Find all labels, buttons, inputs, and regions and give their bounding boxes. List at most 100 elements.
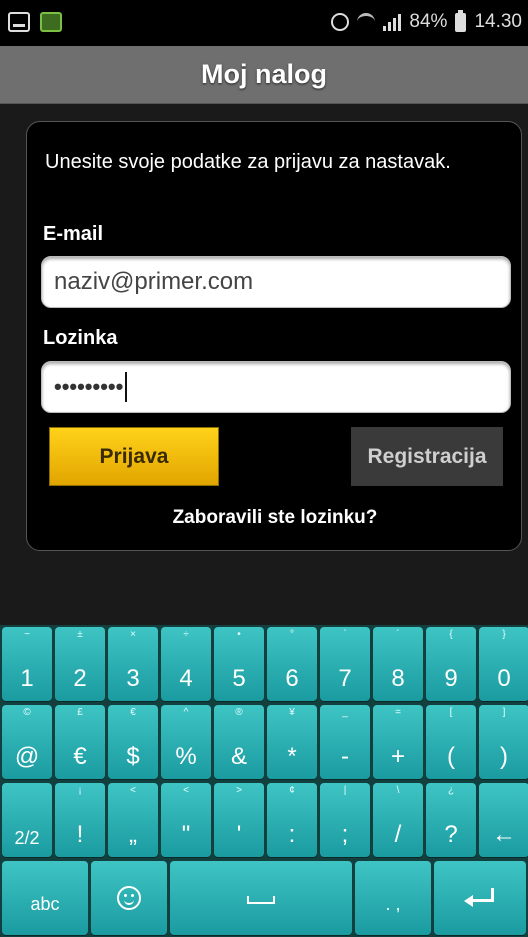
key-row2-6[interactable]: _ - [320, 705, 370, 779]
key-label: 3 [126, 665, 140, 692]
key-row1-3[interactable]: ÷ 4 [161, 627, 211, 701]
key-label: ' [236, 821, 242, 848]
key-row3-5[interactable]: ¢: [267, 783, 317, 857]
key-secondary-char: } [502, 629, 506, 640]
key-row2-7[interactable]: = + [373, 705, 423, 779]
key-row1-8[interactable]: {9 [426, 627, 476, 701]
key-secondary-char: € [130, 707, 136, 718]
key-label: 9 [444, 665, 458, 692]
key-row3-3[interactable]: < " [161, 783, 211, 857]
key-row2-8[interactable]: [( [426, 705, 476, 779]
screenshot-icon [8, 12, 30, 32]
key-secondary-char: | [343, 785, 347, 796]
key-label: abc [30, 894, 60, 914]
abc-key[interactable]: abc [2, 861, 88, 935]
key-label: 7 [338, 665, 352, 692]
key-secondary-char: × [130, 629, 136, 640]
key-row3-7[interactable]: \ / [373, 783, 423, 857]
key-row1-5[interactable]: ° 6 [267, 627, 317, 701]
key-secondary-char: ~ [24, 629, 30, 640]
email-label: E-mail [43, 223, 104, 245]
login-card: Unesite svoje podatke za prijavu za nast… [26, 121, 522, 551]
key-row2-2[interactable]: € $ [108, 705, 158, 779]
register-button[interactable]: Registracija [351, 427, 503, 486]
key-label: 0 [497, 665, 511, 692]
key-label: ) [500, 743, 508, 770]
smiley-icon [117, 886, 141, 910]
clock: 14.30 [474, 11, 522, 32]
status-bar: 84% 14.30 [0, 0, 528, 46]
email-value: naziv@primer.com [54, 268, 254, 295]
key-label: @ [14, 743, 40, 770]
key-secondary-char: ] [502, 707, 506, 718]
key-row2-0[interactable]: © @ [2, 705, 52, 779]
key-row1-0[interactable]: ~1 [2, 627, 52, 701]
key-label: % [175, 743, 197, 770]
key-row3-8[interactable]: ¿? [426, 783, 476, 857]
key-row1-4[interactable]: • 5 [214, 627, 264, 701]
key-secondary-char: ^ [183, 707, 189, 718]
login-intro-text: Unesite svoje podatke za prijavu za nast… [45, 151, 451, 173]
emoji-key[interactable] [91, 861, 167, 935]
key-label: ( [447, 743, 455, 770]
enter-icon [464, 888, 494, 907]
key-secondary-char: > [236, 785, 242, 796]
key-label: 5 [232, 665, 246, 692]
key-secondary-char: ¡ [78, 785, 82, 796]
key-secondary-char: { [449, 629, 453, 640]
key-row1-6[interactable]: ` 7 [320, 627, 370, 701]
key-secondary-char: ÷ [183, 629, 189, 640]
key-secondary-char: • [237, 629, 241, 640]
key-row3-1[interactable]: ¡! [55, 783, 105, 857]
key-label: „ [129, 821, 137, 848]
key-secondary-char: < [183, 785, 189, 796]
key-row3-0[interactable]: 2/2 [2, 783, 52, 857]
email-field[interactable]: naziv@primer.com [41, 256, 511, 308]
key-row3-9[interactable]: ← [479, 783, 528, 857]
enter-key[interactable] [434, 861, 526, 935]
key-label: 4 [179, 665, 193, 692]
wifi-icon [357, 13, 376, 31]
login-button[interactable]: Prijava [49, 427, 219, 486]
key-secondary-char: ± [77, 629, 83, 640]
key-row1-7[interactable]: ´ 8 [373, 627, 423, 701]
key-secondary-char: ® [235, 707, 243, 718]
key-secondary-char: ` [343, 629, 347, 640]
key-row3-6[interactable]: |; [320, 783, 370, 857]
page-title: Moj nalog [201, 59, 327, 89]
alarm-icon [331, 13, 350, 31]
space-key[interactable] [170, 861, 352, 935]
key-label: 2/2 [14, 828, 40, 848]
punctuation-key[interactable]: . , [355, 861, 431, 935]
key-row2-5[interactable]: ¥ * [267, 705, 317, 779]
key-row2-3[interactable]: ^% [161, 705, 211, 779]
key-secondary-char: ¿ [447, 785, 455, 796]
key-row1-1[interactable]: ±2 [55, 627, 105, 701]
on-screen-keyboard: ~1 ±2 × 3 ÷ 4 • 5 ° 6 ` 7 ´ 8{9} 0 © @ £ € € $ ^% ® & ¥ * _ - = +[(])… [0, 625, 528, 937]
key-row3-2[interactable]: < „ [108, 783, 158, 857]
key-secondary-char: _ [342, 707, 348, 718]
key-row3-4[interactable]: > ' [214, 783, 264, 857]
key-label: 8 [391, 665, 405, 692]
key-label: ! [76, 821, 84, 848]
key-label: $ [126, 743, 140, 770]
title-bar: Moj nalog [0, 46, 528, 104]
key-secondary-char: ¥ [289, 707, 295, 718]
key-label: ? [444, 821, 458, 848]
key-row1-9[interactable]: } 0 [479, 627, 528, 701]
key-row1-2[interactable]: × 3 [108, 627, 158, 701]
key-label: + [390, 743, 405, 770]
key-row2-1[interactable]: £ € [55, 705, 105, 779]
key-label: 1 [20, 665, 34, 692]
password-field[interactable]: ••••••••• [41, 361, 511, 413]
key-label: 2 [73, 665, 87, 692]
key-secondary-char: [ [449, 707, 453, 718]
key-row2-9[interactable]: ]) [479, 705, 528, 779]
forgot-password-link[interactable]: Zaboravili ste lozinku? [27, 507, 523, 529]
main-content: Unesite svoje podatke za prijavu za nast… [0, 104, 528, 625]
signal-icon [383, 13, 402, 31]
key-secondary-char: ° [290, 629, 294, 640]
key-secondary-char: \ [396, 785, 400, 796]
key-row2-4[interactable]: ® & [214, 705, 264, 779]
key-label: * [287, 743, 297, 770]
